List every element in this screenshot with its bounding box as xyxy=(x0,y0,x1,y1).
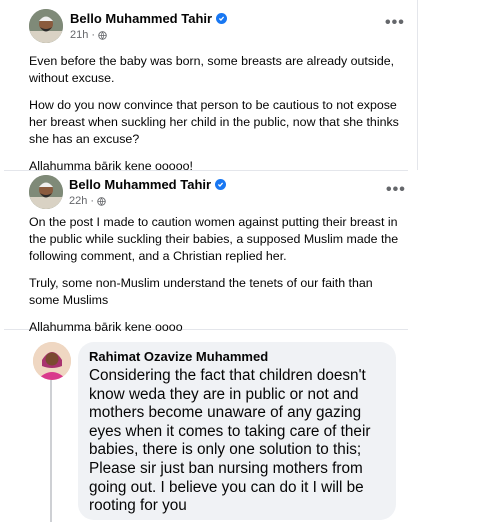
globe-icon xyxy=(97,196,106,206)
post-body: Even before the baby was born, some brea… xyxy=(29,53,411,185)
verified-badge-icon xyxy=(215,179,227,190)
post-paragraph: Allahumma bārik kene oooo xyxy=(29,320,183,334)
post-paragraph: Even before the baby was born, some brea… xyxy=(29,54,395,85)
more-options-icon[interactable]: ••• xyxy=(385,14,405,32)
post-2: Bello Muhammed Tahir 22h · ••• On the po… xyxy=(4,170,408,334)
author-avatar[interactable] xyxy=(29,175,63,209)
post-paragraph: How do you now convince that person to b… xyxy=(29,98,399,146)
post-paragraph: On the post I made to caution women agai… xyxy=(29,215,399,263)
post-time[interactable]: 21h xyxy=(70,29,88,41)
comment-bubble: Rahimat Ozavize Muhammed Considering the… xyxy=(78,342,396,520)
globe-icon xyxy=(98,30,107,40)
commenter-name[interactable]: Rahimat Ozavize Muhammed xyxy=(89,349,385,364)
comment-text: Considering the fact that children doesn… xyxy=(89,367,371,515)
avatar-photo xyxy=(33,342,71,380)
avatar-photo xyxy=(29,175,63,209)
avatar-photo xyxy=(29,9,63,43)
commenter-avatar[interactable] xyxy=(33,342,71,380)
post-1: Bello Muhammed Tahir 21h · ••• Even befo… xyxy=(0,0,418,173)
author-name[interactable]: Bello Muhammed Tahir xyxy=(69,177,211,192)
verified-badge-icon xyxy=(216,13,228,24)
author-name[interactable]: Bello Muhammed Tahir xyxy=(70,11,212,26)
post-body: On the post I made to caution women agai… xyxy=(29,214,401,346)
author-avatar[interactable] xyxy=(29,9,63,43)
thread-line xyxy=(50,378,52,522)
more-options-icon[interactable]: ••• xyxy=(386,181,406,199)
post-time[interactable]: 22h xyxy=(69,195,87,207)
post-paragraph: Truly, some non-Muslim understand the te… xyxy=(29,276,373,307)
